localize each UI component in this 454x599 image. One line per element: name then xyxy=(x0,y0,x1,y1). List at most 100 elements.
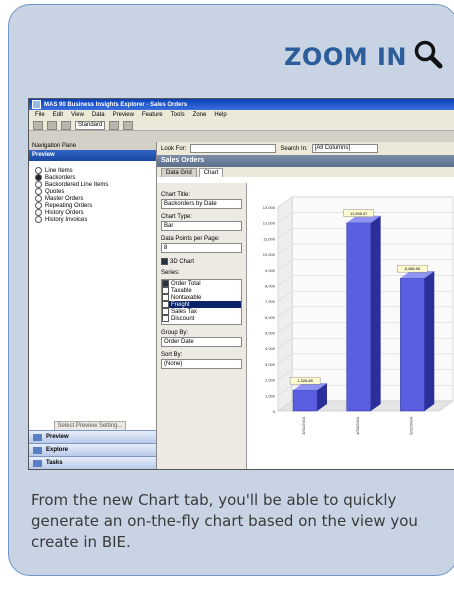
tasks-icon xyxy=(33,459,42,467)
data-label: 8,466.50 xyxy=(405,266,421,271)
main-pane: Look For: Search In: [All Columns] Sales… xyxy=(157,142,454,469)
series-item-taxable[interactable]: Taxable xyxy=(162,287,241,294)
preview-option-quotes[interactable]: Quotes xyxy=(35,188,150,195)
x-tick-label: 5/31/2004 xyxy=(408,416,413,435)
series-item-nontaxable[interactable]: Nontaxable xyxy=(162,294,241,301)
magnifier-icon xyxy=(413,39,443,74)
bar xyxy=(400,277,425,412)
chart-icon[interactable] xyxy=(109,120,120,130)
preview-option-backorders[interactable]: Backorders xyxy=(35,174,150,181)
radio-selected-icon xyxy=(35,174,42,181)
preview-option-history-orders[interactable]: History Orders xyxy=(35,209,150,216)
chart-side-wall xyxy=(277,196,293,412)
series-item-order-total[interactable]: Order Total xyxy=(162,280,241,287)
menu-help[interactable]: Help xyxy=(214,112,226,118)
menu-zone[interactable]: Zone xyxy=(193,112,207,118)
y-tick-label: 13,000 xyxy=(263,205,276,210)
radio-icon xyxy=(35,209,42,216)
back-icon[interactable] xyxy=(33,120,43,130)
radio-icon xyxy=(35,181,42,188)
radio-icon xyxy=(35,195,42,202)
navigation-bottom-tabs: Preview Explore Tasks xyxy=(29,430,156,469)
preview-option-line-items[interactable]: Line Items xyxy=(35,167,150,174)
menu-file[interactable]: File xyxy=(35,112,45,118)
app-icon xyxy=(32,100,41,109)
zoom-in-heading: ZOOM IN xyxy=(284,39,443,74)
y-tick-label: 1,000 xyxy=(265,393,276,398)
bar xyxy=(292,389,318,412)
search-in-label: Search In: xyxy=(280,145,308,152)
bar xyxy=(346,222,372,412)
search-in-select[interactable]: [All Columns] xyxy=(311,144,378,153)
data-points-input[interactable]: 8 xyxy=(161,243,242,253)
tab-data-grid[interactable]: Data Grid xyxy=(161,168,197,177)
y-tick-label: 5,000 xyxy=(265,331,276,336)
chart-area: 0 1,000 2,000 3,000 4,000 5,000 6,000 7,000 8,00… xyxy=(248,183,454,469)
menu-edit[interactable]: Edit xyxy=(53,112,63,118)
y-tick-label: 6,000 xyxy=(265,315,276,320)
window-title: MAS 90 Business Insights Explorer - Sale… xyxy=(44,101,188,108)
y-tick-label: 4,000 xyxy=(265,346,276,351)
zoom-in-label: ZOOM IN xyxy=(284,42,407,71)
3d-chart-checkbox[interactable]: 3D Chart xyxy=(161,258,242,265)
group-by-label: Group By: xyxy=(161,330,189,336)
menu-preview[interactable]: Preview xyxy=(113,112,134,118)
menu-data[interactable]: Data xyxy=(92,112,105,118)
menu-feature[interactable]: Feature xyxy=(142,112,163,118)
menu-bar: File Edit View Data Preview Feature Tool… xyxy=(29,110,454,120)
tab-chart[interactable]: Chart xyxy=(198,168,224,177)
series-item-discount[interactable]: Discount xyxy=(162,315,241,322)
radio-icon xyxy=(35,188,42,195)
nav-tab-tasks[interactable]: Tasks xyxy=(29,456,156,469)
look-for-label: Look For: xyxy=(161,145,187,152)
preview-options: Line Items Backorders Backordered Line I… xyxy=(29,161,156,229)
chart-type-select[interactable]: Bar xyxy=(161,221,242,231)
y-tick-label: 8,000 xyxy=(265,283,276,288)
menu-tools[interactable]: Tools xyxy=(171,112,185,118)
navigation-pane-header: Navigation Pane xyxy=(29,142,156,150)
forward-icon[interactable] xyxy=(47,120,57,130)
checkbox-icon xyxy=(162,294,169,301)
app-screenshot: MAS 90 Business Insights Explorer - Sale… xyxy=(28,98,454,470)
preview-option-master-orders[interactable]: Master Orders xyxy=(35,195,150,202)
caption-text: From the new Chart tab, you'll be able t… xyxy=(31,491,418,551)
preview-option-backordered-line-items[interactable]: Backordered Line Items xyxy=(35,181,150,188)
radio-icon xyxy=(35,167,42,174)
menu-view[interactable]: View xyxy=(71,112,84,118)
data-label: 11,995.57 xyxy=(350,211,368,216)
sort-by-select[interactable]: (None) xyxy=(161,359,242,369)
radio-icon xyxy=(35,216,42,223)
refresh-icon[interactable] xyxy=(61,120,71,130)
toolbar: Standard xyxy=(29,120,454,131)
series-item-freight[interactable]: Freight xyxy=(162,301,241,308)
bar-side xyxy=(424,271,435,411)
y-tick-label: 0 xyxy=(273,409,276,414)
data-points-label: Data Points per Page: xyxy=(161,236,220,242)
chart-options-pane: Chart Title: Backorders by Date Chart Ty… xyxy=(157,183,247,469)
preview-option-history-invoices[interactable]: History Invoices xyxy=(35,216,150,223)
y-tick-label: 7,000 xyxy=(265,299,276,304)
checkbox-checked-icon xyxy=(162,280,169,287)
search-row: Look For: Search In: [All Columns] xyxy=(157,142,454,155)
view-select[interactable]: Standard xyxy=(75,120,106,130)
preview-header: Preview xyxy=(29,150,156,161)
checkbox-icon xyxy=(162,315,169,322)
look-for-input[interactable] xyxy=(190,144,277,153)
y-tick-label: 2,000 xyxy=(265,378,276,383)
view-tabs: Data Grid Chart xyxy=(157,167,454,177)
bar-chart: 0 1,000 2,000 3,000 4,000 5,000 6,000 7,000 8,00… xyxy=(263,196,454,435)
nav-tab-preview[interactable]: Preview xyxy=(29,430,156,443)
nav-tab-explore[interactable]: Explore xyxy=(29,443,156,456)
y-tick-label: 3,000 xyxy=(265,362,276,367)
export-icon[interactable] xyxy=(123,120,134,130)
group-by-select[interactable]: Order Date xyxy=(161,337,242,347)
preview-option-repeating-orders[interactable]: Repeating Orders xyxy=(35,202,150,209)
preview-icon xyxy=(33,433,42,441)
chart-title-label: Chart Title: xyxy=(161,192,191,198)
chart-title-input[interactable]: Backorders by Date xyxy=(161,199,242,209)
explore-icon xyxy=(33,446,42,454)
chart-type-label: Chart Type: xyxy=(161,214,192,220)
checkbox-checked-icon xyxy=(161,258,168,265)
series-item-sales-tax[interactable]: Sales Tax xyxy=(162,308,241,315)
radio-icon xyxy=(35,202,42,209)
